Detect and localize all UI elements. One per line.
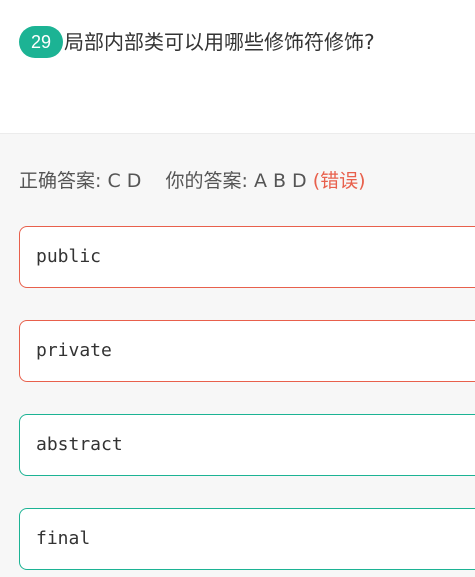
question-number-badge: 29 xyxy=(19,26,63,58)
question-text: 局部内部类可以用哪些修饰符修饰? xyxy=(64,30,375,54)
option-label: abstract xyxy=(36,434,123,455)
answer-verdict: (错误) xyxy=(312,170,366,192)
correct-answer-label: 正确答案: xyxy=(19,170,102,192)
option-label: public xyxy=(36,246,102,267)
answer-area: 正确答案: C D 你的答案: A B D (错误) public privat… xyxy=(0,134,475,577)
option-abstract[interactable]: abstract xyxy=(19,414,475,476)
answer-summary: 正确答案: C D 你的答案: A B D (错误) xyxy=(19,167,366,195)
correct-answer-value: C D xyxy=(107,170,142,192)
option-final[interactable]: final xyxy=(19,508,475,570)
option-private[interactable]: private xyxy=(19,320,475,382)
question-header: 29 局部内部类可以用哪些修饰符修饰? xyxy=(0,0,475,134)
your-answer-label: 你的答案: xyxy=(165,170,248,192)
option-public[interactable]: public xyxy=(19,226,475,288)
your-answer-value: A B D xyxy=(253,170,307,192)
option-label: private xyxy=(36,340,112,361)
option-label: final xyxy=(36,528,91,549)
